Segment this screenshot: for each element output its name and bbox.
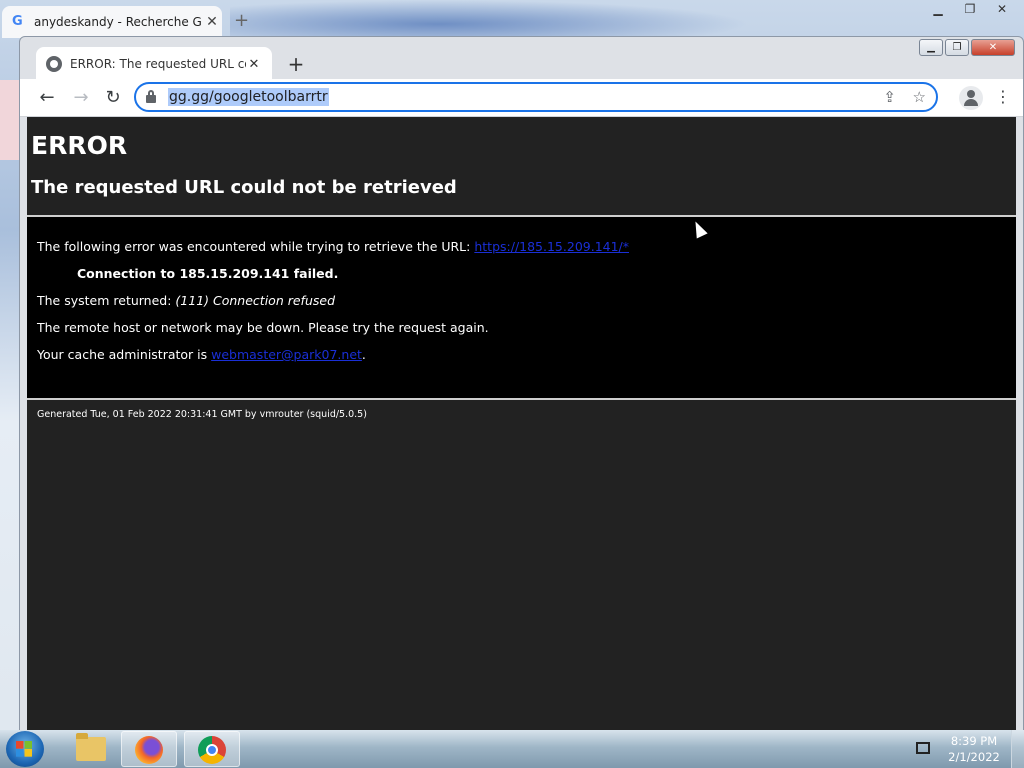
lock-icon[interactable]: [146, 90, 156, 103]
clock-date: 2/1/2022: [948, 750, 1000, 764]
page-subtitle: The requested URL could not be retrieved: [31, 177, 457, 198]
background-tab-title: anydeskandy - Recherche Goog: [34, 15, 202, 29]
wallpaper-shape: [0, 80, 20, 160]
system-clock[interactable]: 8:39 PM 2/1/2022: [948, 733, 1000, 765]
browser-window: ▁ ❐ ✕ ERROR: The requested URL could ✕ +…: [19, 36, 1024, 737]
close-icon[interactable]: ✕: [202, 14, 222, 30]
tab-strip: ERROR: The requested URL could ✕ +: [20, 45, 1023, 81]
error-text: The following error was encountered whil…: [37, 239, 475, 254]
close-button[interactable]: ✕: [986, 0, 1018, 20]
close-icon[interactable]: ✕: [246, 57, 262, 72]
generated-footer: Generated Tue, 01 Feb 2022 20:31:41 GMT …: [37, 409, 367, 420]
divider: [27, 398, 1016, 400]
reload-button[interactable]: ↻: [100, 85, 126, 111]
tab-title: ERROR: The requested URL could: [70, 57, 246, 71]
google-g-icon: G: [12, 14, 23, 29]
system-returned-detail: (111) Connection refused: [175, 293, 335, 308]
back-button[interactable]: ←: [34, 85, 60, 111]
connection-failed-text: Connection to 185.15.209.141 failed.: [77, 266, 339, 281]
cache-admin-link[interactable]: webmaster@park07.net: [211, 347, 362, 362]
chrome-icon: [198, 736, 226, 764]
globe-icon: [46, 56, 62, 72]
address-bar[interactable]: gg.gg/googletoolbarrtr ⇪ ☆: [134, 82, 938, 112]
system-returned-label: The system returned:: [37, 293, 176, 308]
error-line: The following error was encountered whil…: [37, 239, 629, 254]
remote-host-text: The remote host or network may be down. …: [37, 320, 489, 335]
folder-icon: [76, 733, 106, 761]
forward-button[interactable]: →: [68, 85, 94, 111]
taskbar-firefox[interactable]: [121, 731, 177, 767]
active-tab[interactable]: ERROR: The requested URL could ✕: [36, 47, 272, 81]
background-window-controls: ▁ ❐ ✕: [922, 0, 1018, 20]
new-tab-icon[interactable]: +: [234, 10, 249, 31]
restore-button[interactable]: ❐: [954, 0, 986, 20]
page-title: ERROR: [31, 131, 128, 160]
url-text[interactable]: gg.gg/googletoolbarrtr: [168, 88, 329, 106]
taskbar: 8:39 PM 2/1/2022: [0, 730, 1024, 768]
network-icon[interactable]: [916, 742, 930, 754]
system-returned-line: The system returned: (111) Connection re…: [37, 293, 335, 308]
firefox-icon: [135, 736, 163, 764]
background-tab[interactable]: G anydeskandy - Recherche Goog ✕: [2, 6, 222, 38]
browser-toolbar: ← → ↻ gg.gg/googletoolbarrtr ⇪ ☆ ⋮: [20, 79, 1023, 117]
cache-admin-label: Your cache administrator is: [37, 347, 212, 362]
error-details-box: The following error was encountered whil…: [27, 217, 1016, 398]
page-content: ERROR The requested URL could not be ret…: [27, 117, 1016, 737]
cache-admin-line: Your cache administrator is webmaster@pa…: [37, 347, 366, 362]
start-button[interactable]: [6, 731, 44, 767]
clock-time: 8:39 PM: [950, 734, 998, 748]
taskbar-chrome[interactable]: [184, 731, 240, 767]
share-icon[interactable]: ⇪: [883, 88, 896, 106]
error-url-link[interactable]: https://185.15.209.141/*: [474, 239, 629, 254]
period-text: .: [361, 347, 366, 362]
profile-avatar-icon[interactable]: [959, 86, 983, 110]
new-tab-button[interactable]: +: [282, 51, 310, 79]
minimize-button[interactable]: ▁: [922, 0, 954, 20]
more-menu-icon[interactable]: ⋮: [995, 85, 1011, 109]
taskbar-explorer[interactable]: [62, 731, 118, 767]
show-desktop-button[interactable]: [1011, 730, 1024, 768]
bookmark-star-icon[interactable]: ☆: [913, 88, 926, 106]
